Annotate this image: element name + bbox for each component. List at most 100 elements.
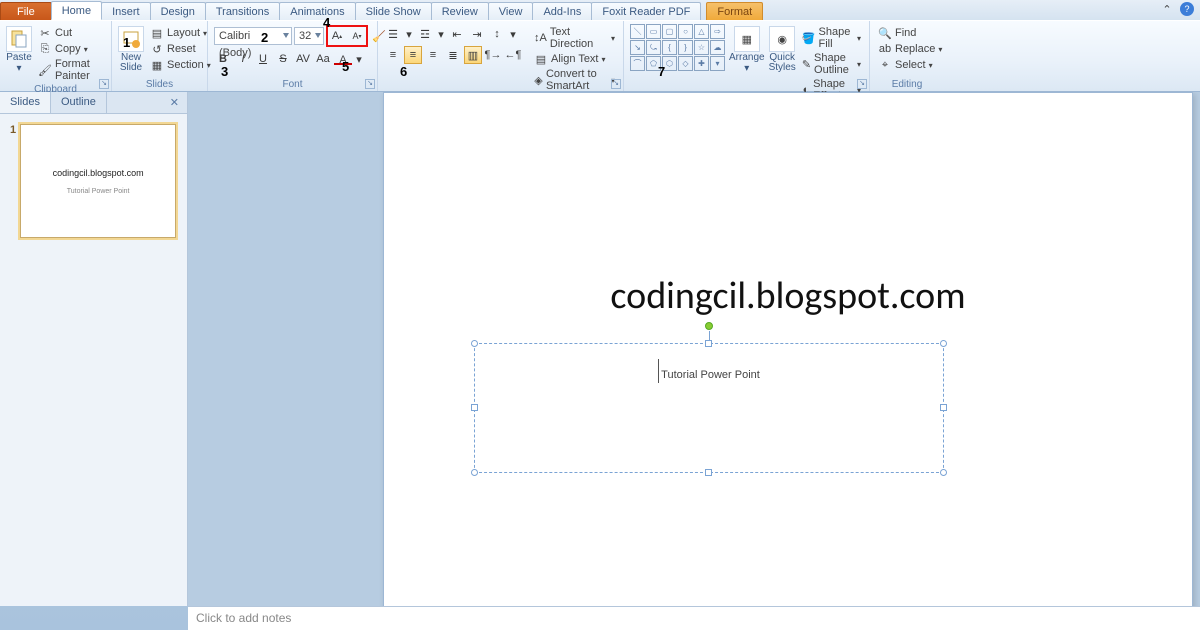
- numbering-button[interactable]: ☲: [416, 25, 434, 43]
- slide-panel: Slides Outline ✕ 1 codingcil.blogspot.co…: [0, 92, 188, 606]
- shape-fill-button[interactable]: 🪣Shape Fill ▾: [800, 25, 863, 51]
- handle-w[interactable]: [471, 404, 478, 411]
- handle-se[interactable]: [940, 469, 947, 476]
- shape-brace-icon[interactable]: {: [662, 40, 677, 55]
- tab-addins[interactable]: Add-Ins: [532, 2, 592, 20]
- copy-button[interactable]: ⎘Copy ▾: [36, 41, 105, 57]
- select-button[interactable]: ⌖Select ▾: [876, 57, 944, 73]
- reset-button[interactable]: ↺Reset: [148, 41, 213, 57]
- tab-home[interactable]: Home: [51, 1, 102, 20]
- notes-pane[interactable]: Click to add notes: [188, 606, 1200, 630]
- case-button[interactable]: Aa: [314, 50, 332, 68]
- handle-sw[interactable]: [471, 469, 478, 476]
- shape-roundrect-icon[interactable]: ▢: [662, 24, 677, 39]
- font-color-caret[interactable]: ▾: [354, 50, 364, 68]
- shape-ellipse-icon[interactable]: ○: [678, 24, 693, 39]
- ltr-button[interactable]: ¶→: [484, 46, 502, 64]
- font-name-input[interactable]: Calibri (Body): [214, 27, 292, 45]
- dec-indent-button[interactable]: ⇤: [448, 25, 466, 43]
- grow-font-button[interactable]: A▴: [328, 27, 346, 45]
- shape-conn1-icon[interactable]: ↘: [630, 40, 645, 55]
- layout-button[interactable]: ▤Layout ▾: [148, 25, 213, 41]
- shape-star-icon[interactable]: ☆: [694, 40, 709, 55]
- columns-button[interactable]: ▥: [464, 46, 482, 64]
- align-text-icon: ▤: [534, 52, 548, 66]
- shadow-button[interactable]: AV: [294, 50, 312, 68]
- line-spacing-button[interactable]: ↕: [488, 25, 506, 43]
- bullets-caret[interactable]: ▾: [404, 25, 414, 43]
- find-button[interactable]: 🔍Find: [876, 25, 944, 41]
- paragraph-dialog-icon[interactable]: ↘: [611, 79, 621, 89]
- slide-number: 1: [10, 124, 16, 238]
- shape-brace2-icon[interactable]: }: [678, 40, 693, 55]
- handle-nw[interactable]: [471, 340, 478, 347]
- smartart-button[interactable]: ◈Convert to SmartArt ▾: [532, 67, 617, 93]
- line-spacing-caret[interactable]: ▾: [508, 25, 518, 43]
- help-icon[interactable]: ?: [1180, 2, 1194, 16]
- paste-button[interactable]: Paste ▾: [6, 24, 32, 83]
- shape-cloud-icon[interactable]: ☁: [710, 40, 725, 55]
- clipboard-dialog-icon[interactable]: ↘: [99, 79, 109, 89]
- tab-format[interactable]: Format: [706, 2, 763, 20]
- underline-button[interactable]: U: [254, 50, 272, 68]
- handle-ne[interactable]: [940, 340, 947, 347]
- slide-canvas[interactable]: codingcil.blogspot.com Tutorial Power Po…: [188, 92, 1200, 606]
- slide-page[interactable]: codingcil.blogspot.com Tutorial Power Po…: [383, 92, 1193, 606]
- quick-styles-label: Quick Styles: [769, 53, 796, 73]
- align-left-button[interactable]: ≡: [384, 46, 402, 64]
- close-panel-icon[interactable]: ✕: [162, 92, 187, 113]
- slide-title-text[interactable]: codingcil.blogspot.com: [384, 273, 1192, 319]
- new-slide-button[interactable]: New Slide: [118, 24, 144, 78]
- smartart-icon: ◈: [534, 73, 543, 87]
- tab-design[interactable]: Design: [150, 2, 206, 20]
- bucket-icon: 🪣: [802, 31, 816, 45]
- paste-caret: ▾: [16, 64, 21, 74]
- rtl-button[interactable]: ←¶: [504, 46, 522, 64]
- justify-button[interactable]: ≣: [444, 46, 462, 64]
- handle-n[interactable]: [705, 340, 712, 347]
- strike-button[interactable]: S: [274, 50, 292, 68]
- shape-line-icon[interactable]: ＼: [630, 24, 645, 39]
- inc-indent-button[interactable]: ⇥: [468, 25, 486, 43]
- numbering-caret[interactable]: ▾: [436, 25, 446, 43]
- align-text-button[interactable]: ▤Align Text ▾: [532, 51, 617, 67]
- tab-slides-panel[interactable]: Slides: [0, 92, 51, 113]
- tab-foxit[interactable]: Foxit Reader PDF: [591, 2, 701, 20]
- text-direction-button[interactable]: ↕AText Direction ▾: [532, 25, 617, 51]
- minimize-ribbon-icon[interactable]: ⌃: [1160, 2, 1174, 16]
- shape-conn2-icon[interactable]: ⤿: [646, 40, 661, 55]
- copy-icon: ⎘: [38, 42, 52, 56]
- handle-e[interactable]: [940, 404, 947, 411]
- tab-animations[interactable]: Animations: [279, 2, 355, 20]
- drawing-dialog-icon[interactable]: ↘: [857, 79, 867, 89]
- tab-slideshow[interactable]: Slide Show: [355, 2, 432, 20]
- align-right-button[interactable]: ≡: [424, 46, 442, 64]
- rotate-handle[interactable]: [705, 322, 713, 330]
- tab-file[interactable]: File: [0, 2, 52, 20]
- shape-plus-icon[interactable]: ✚: [694, 56, 709, 71]
- shrink-font-button[interactable]: A▾: [348, 27, 366, 45]
- shape-call-icon[interactable]: ◇: [678, 56, 693, 71]
- handle-s[interactable]: [705, 469, 712, 476]
- tab-outline-panel[interactable]: Outline: [51, 92, 107, 113]
- shape-arrow-icon[interactable]: ⇨: [710, 24, 725, 39]
- bullets-button[interactable]: ☰: [384, 25, 402, 43]
- font-size-input[interactable]: 32: [294, 27, 324, 45]
- tab-insert[interactable]: Insert: [101, 2, 151, 20]
- shape-more-icon[interactable]: ▾: [710, 56, 725, 71]
- shape-outline-button[interactable]: ✎Shape Outline ▾: [800, 51, 863, 77]
- font-dialog-icon[interactable]: ↘: [365, 79, 375, 89]
- replace-button[interactable]: abReplace ▾: [876, 41, 944, 57]
- format-painter-button[interactable]: 🖌Format Painter: [36, 57, 105, 83]
- shape-rect-icon[interactable]: ▭: [646, 24, 661, 39]
- tab-review[interactable]: Review: [431, 2, 489, 20]
- tab-transitions[interactable]: Transitions: [205, 2, 280, 20]
- shape-triangle-icon[interactable]: △: [694, 24, 709, 39]
- cut-button[interactable]: ✂Cut: [36, 25, 105, 41]
- slide-thumbnail[interactable]: 1 codingcil.blogspot.com Tutorial Power …: [10, 124, 177, 238]
- tab-view[interactable]: View: [488, 2, 534, 20]
- align-center-button[interactable]: ≡: [404, 46, 422, 64]
- subtitle-textbox[interactable]: Tutorial Power Point: [474, 343, 944, 473]
- section-button[interactable]: ▦Section ▾: [148, 57, 213, 73]
- shape-arc-icon[interactable]: ⌒: [630, 56, 645, 71]
